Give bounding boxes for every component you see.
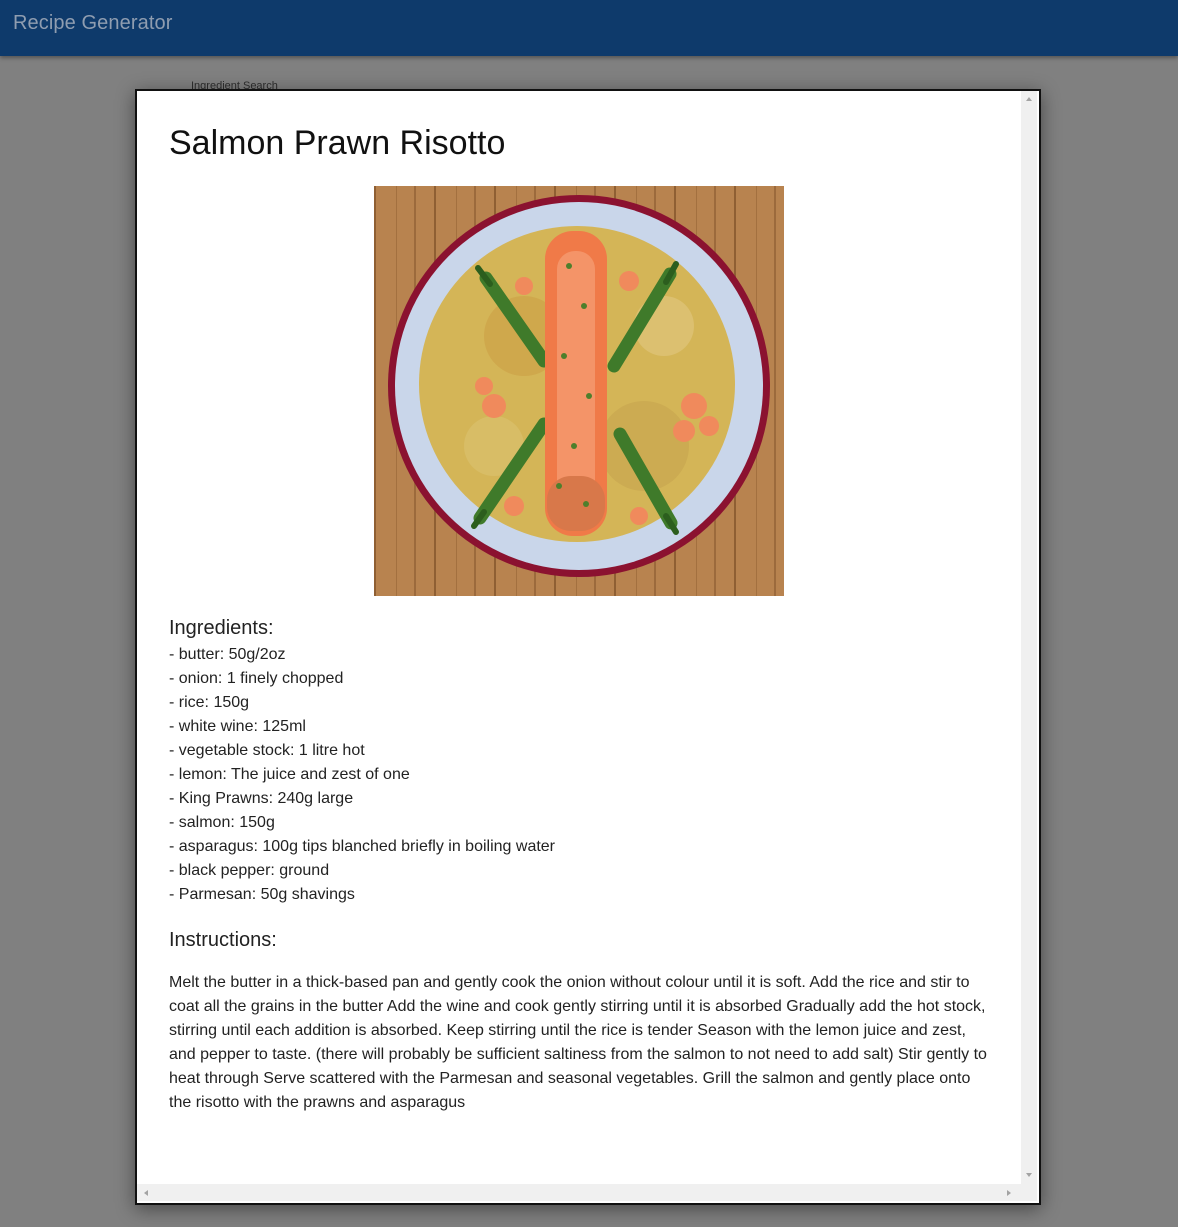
scroll-down-icon[interactable] bbox=[1026, 1173, 1032, 1177]
scroll-right-icon[interactable] bbox=[1007, 1190, 1011, 1196]
ingredient-item: - King Prawns: 240g large bbox=[169, 790, 354, 807]
recipe-image bbox=[374, 186, 784, 596]
ingredient-item: - rice: 150g bbox=[169, 694, 250, 711]
ingredient-item: - butter: 50g/2oz bbox=[169, 646, 286, 663]
scrollbar-corner bbox=[1021, 1184, 1037, 1201]
ingredient-item: - vegetable stock: 1 litre hot bbox=[169, 742, 365, 759]
horizontal-scrollbar[interactable] bbox=[137, 1184, 1021, 1201]
scroll-left-icon[interactable] bbox=[144, 1190, 148, 1196]
app-title: Recipe Generator bbox=[13, 12, 173, 34]
ingredient-item: - onion: 1 finely chopped bbox=[169, 670, 344, 687]
recipe-dialog: Salmon Prawn Risotto Ingredients: - butt… bbox=[135, 89, 1041, 1205]
ingredients-heading: Ingredients: bbox=[169, 617, 274, 639]
recipe-content: Salmon Prawn Risotto Ingredients: - butt… bbox=[137, 91, 1021, 1184]
ingredient-item: - black pepper: ground bbox=[169, 862, 330, 879]
vertical-scrollbar[interactable] bbox=[1021, 91, 1037, 1184]
ingredient-item: - lemon: The juice and zest of one bbox=[169, 766, 410, 783]
app-bar: Recipe Generator bbox=[0, 0, 1178, 56]
ingredient-item: - Parmesan: 50g shavings bbox=[169, 886, 355, 903]
instructions-text: Melt the butter in a thick-based pan and… bbox=[169, 974, 987, 1111]
recipe-title: Salmon Prawn Risotto bbox=[169, 124, 506, 162]
instructions-heading: Instructions: bbox=[169, 929, 277, 951]
ingredient-item: - white wine: 125ml bbox=[169, 718, 306, 735]
ingredient-item: - salmon: 150g bbox=[169, 814, 275, 831]
ingredient-item: - asparagus: 100g tips blanched briefly … bbox=[169, 838, 556, 855]
scroll-up-icon[interactable] bbox=[1026, 97, 1032, 101]
ingredients-list: - butter: 50g/2oz - onion: 1 finely chop… bbox=[169, 643, 555, 907]
